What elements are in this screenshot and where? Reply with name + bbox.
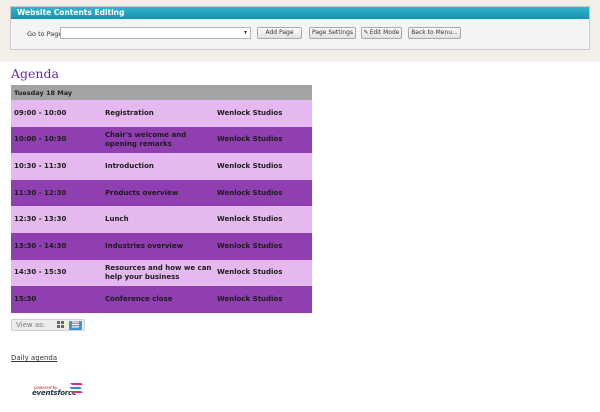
session-title: Resources and how we can help your busin… [105, 259, 217, 287]
table-row: 14:30 - 15:30 Resources and how we can h… [11, 259, 312, 287]
session-title: Products overview [105, 179, 217, 207]
session-time: 11:30 - 12:30 [11, 179, 105, 207]
session-time: 10:00 - 10:30 [11, 126, 105, 154]
add-page-button[interactable]: Add Page [257, 27, 302, 39]
agenda-table: Tuesday 18 May 09:00 - 10:00 Registratio… [11, 85, 312, 313]
session-venue: Wenlock Studios [217, 259, 312, 287]
goto-page-label: Go to Page [27, 30, 63, 38]
session-venue: Wenlock Studios [217, 153, 312, 180]
eventsforce-mark-icon [69, 383, 83, 393]
session-venue: Wenlock Studios [217, 286, 312, 313]
eventsforce-logo[interactable]: powered by eventsforce [18, 380, 88, 400]
view-as-switcher: View as: [11, 319, 85, 331]
session-time: 09:00 - 10:00 [11, 100, 105, 127]
page-title: Agenda [11, 66, 59, 81]
session-title: Conference close [105, 286, 217, 313]
daily-agenda-link[interactable]: Daily agenda [11, 354, 57, 362]
session-venue: Wenlock Studios [217, 100, 312, 127]
view-as-label: View as: [16, 321, 46, 329]
table-row: 10:30 - 11:30 Introduction Wenlock Studi… [11, 153, 312, 180]
table-row: 12:30 - 13:30 Lunch Wenlock Studios [11, 206, 312, 233]
list-view-button[interactable] [69, 321, 82, 330]
pencil-icon: ✎ [363, 29, 369, 36]
session-title: Chair's welcome and opening remarks [105, 126, 217, 154]
chevron-down-icon: ▾ [243, 29, 247, 36]
session-venue: Wenlock Studios [217, 232, 312, 260]
grid-icon [57, 321, 64, 328]
editing-panel-title: Website Contents Editing [11, 7, 589, 19]
session-time: 12:30 - 13:30 [11, 206, 105, 233]
goto-page-select[interactable]: ▾ [60, 27, 251, 39]
day-header: Tuesday 18 May [11, 85, 312, 100]
list-icon [72, 321, 79, 328]
website-editing-panel: Website Contents Editing Go to Page ▾ Ad… [10, 6, 590, 50]
editing-toolbar: Go to Page ▾ Add Page Page Settings ✎Edi… [11, 27, 589, 41]
session-time: 13:30 - 14:30 [11, 232, 105, 260]
edit-mode-label: Edit Mode [369, 29, 400, 36]
table-row: 11:30 - 12:30 Products overview Wenlock … [11, 179, 312, 207]
session-title: Lunch [105, 206, 217, 233]
table-row: 15:30 Conference close Wenlock Studios [11, 286, 312, 313]
page-settings-button[interactable]: Page Settings [309, 27, 356, 39]
session-time: 10:30 - 11:30 [11, 153, 105, 180]
session-time: 15:30 [11, 286, 105, 313]
session-venue: Wenlock Studios [217, 126, 312, 154]
edit-mode-button[interactable]: ✎Edit Mode [361, 27, 402, 39]
table-row: 13:30 - 14:30 Industries overview Wenloc… [11, 232, 312, 260]
back-to-menu-button[interactable]: Back to Menu... [408, 27, 461, 39]
session-title: Introduction [105, 153, 217, 180]
session-time: 14:30 - 15:30 [11, 259, 105, 287]
table-row: 10:00 - 10:30 Chair's welcome and openin… [11, 126, 312, 154]
session-title: Registration [105, 100, 217, 127]
table-row: 09:00 - 10:00 Registration Wenlock Studi… [11, 100, 312, 127]
grid-view-button[interactable] [54, 321, 67, 330]
session-title: Industries overview [105, 232, 217, 260]
session-venue: Wenlock Studios [217, 179, 312, 207]
session-venue: Wenlock Studios [217, 206, 312, 233]
